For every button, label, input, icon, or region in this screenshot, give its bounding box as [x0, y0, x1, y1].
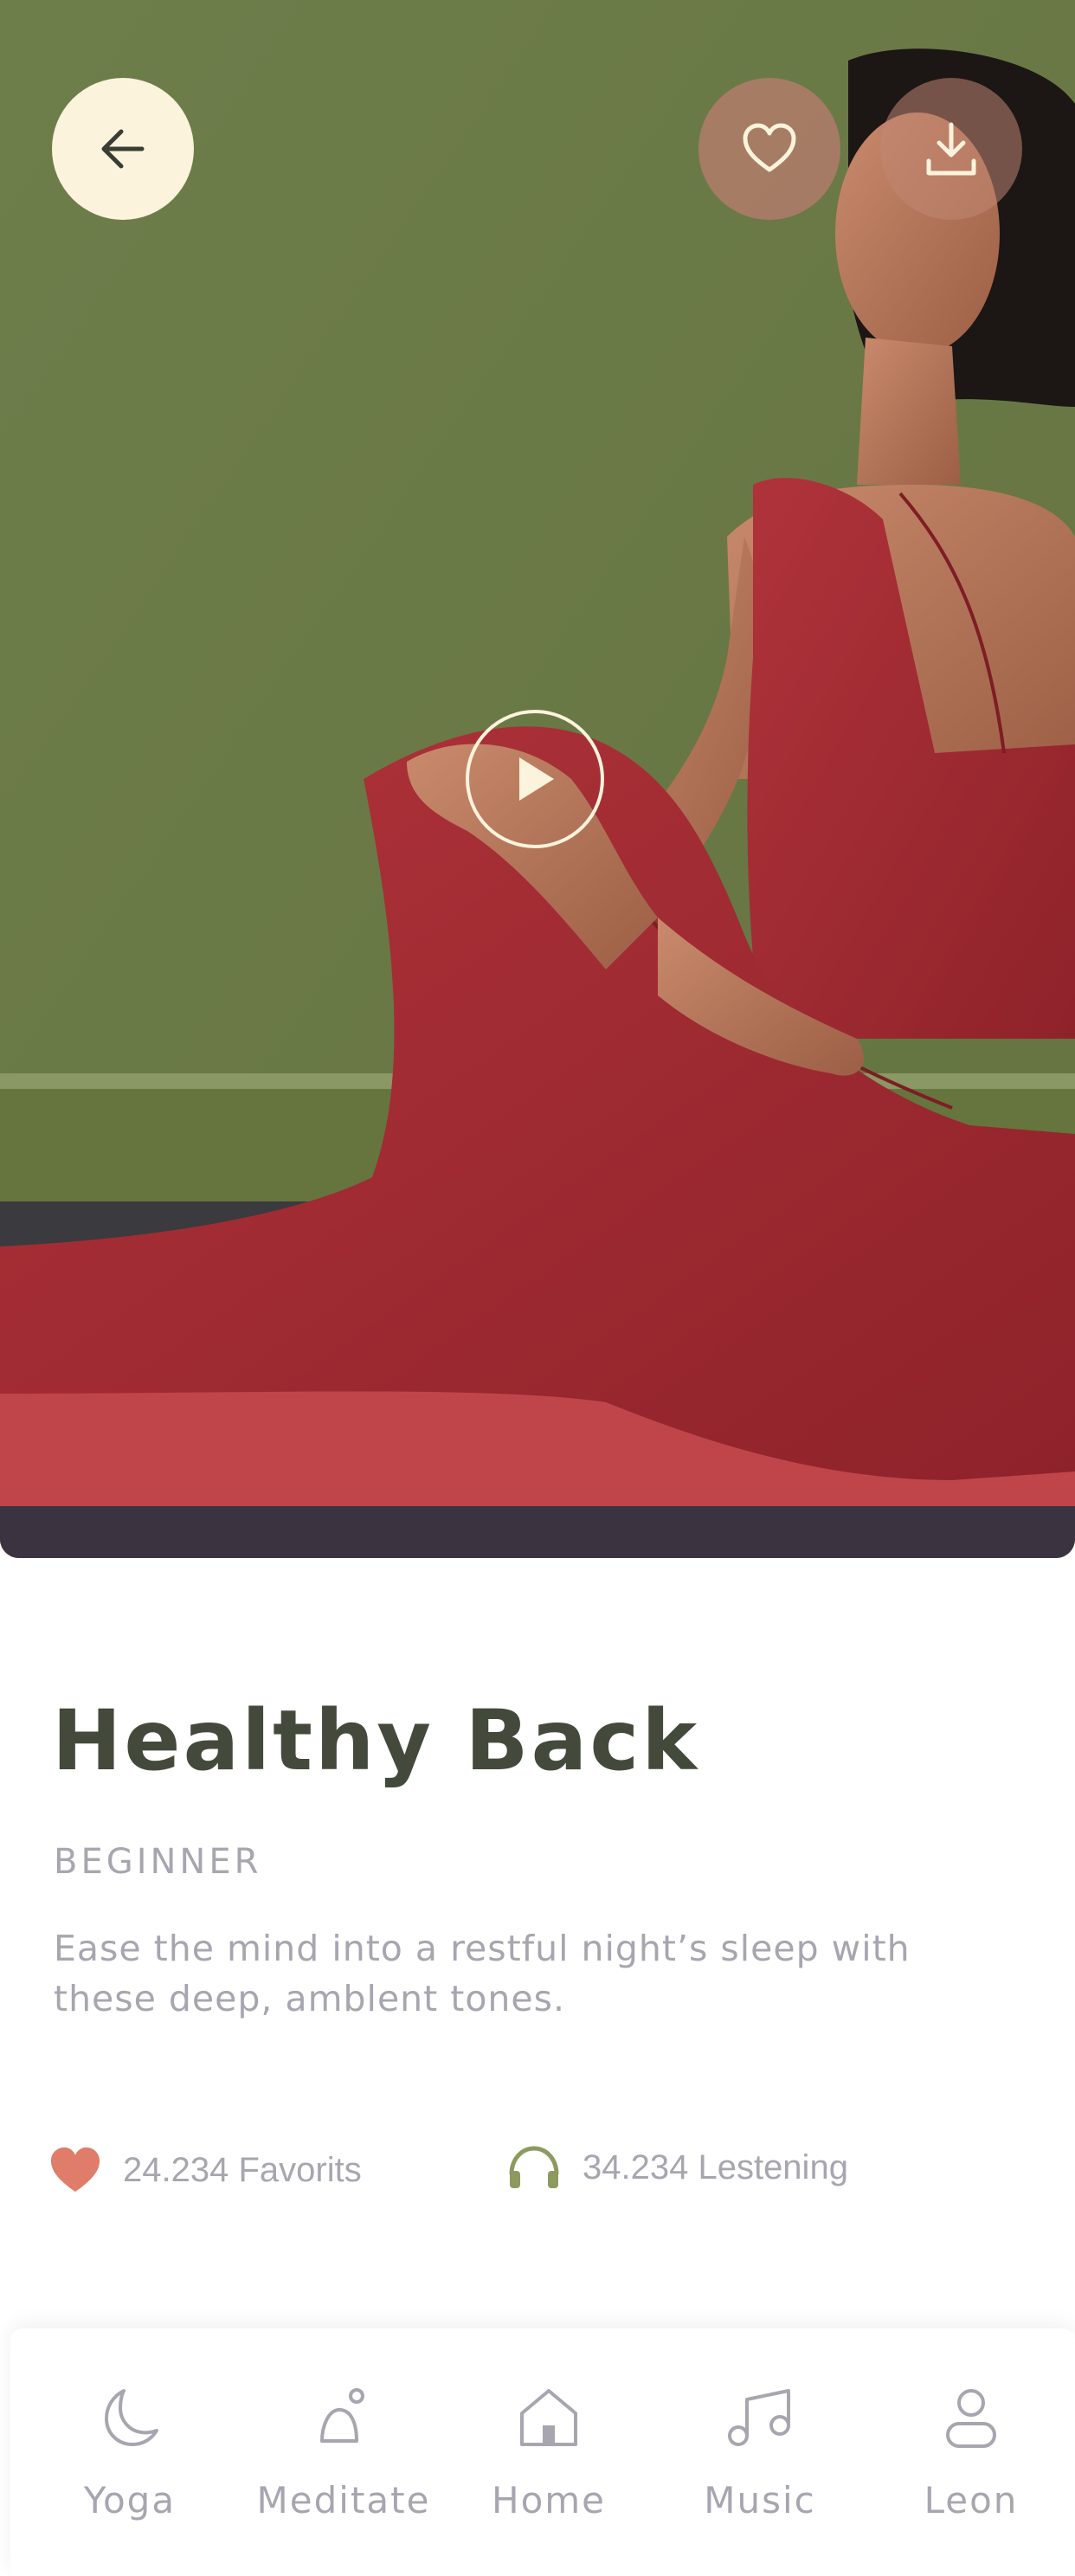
tab-profile[interactable]: Leon — [867, 2328, 1075, 2576]
download-icon — [926, 122, 976, 176]
user-icon — [946, 2389, 996, 2448]
home-icon — [520, 2389, 577, 2446]
heart-filled-icon — [48, 2145, 102, 2195]
tab-music-label: Music — [704, 2479, 816, 2521]
favorites-stat: 24.234 Favorits — [48, 2145, 362, 2195]
tab-yoga-label: Yoga — [83, 2479, 177, 2521]
tab-meditate-label: Meditate — [256, 2479, 431, 2521]
difficulty-level: BEGINNER — [54, 1842, 262, 1882]
tab-home[interactable]: Home — [445, 2328, 653, 2576]
play-button[interactable] — [466, 710, 604, 848]
play-icon — [519, 757, 554, 801]
favorites-count: 24.234 Favorits — [123, 2150, 362, 2189]
listening-count: 34.234 Lestening — [583, 2148, 848, 2186]
meditate-icon — [320, 2388, 364, 2443]
hero-image — [0, 0, 1075, 1558]
headphones-icon — [506, 2145, 562, 2190]
tab-home-label: Home — [491, 2479, 607, 2521]
tab-music[interactable]: Music — [656, 2328, 864, 2576]
arrow-left-icon — [101, 129, 145, 169]
heart-outline-icon — [743, 123, 796, 172]
download-button[interactable] — [880, 78, 1022, 220]
back-button[interactable] — [52, 78, 194, 220]
tab-yoga[interactable]: Yoga — [26, 2328, 234, 2576]
listening-stat: 34.234 Lestening — [506, 2145, 848, 2190]
session-description: Ease the mind into a restful night’s sle… — [54, 1928, 911, 2019]
bottom-tab-bar: Yoga Meditate Home Music Leon — [10, 2328, 1075, 2576]
music-note-icon — [728, 2389, 790, 2446]
moon-icon — [105, 2389, 158, 2446]
session-title: Healthy Back — [52, 1692, 700, 1789]
tab-meditate[interactable]: Meditate — [240, 2328, 447, 2576]
favorite-button[interactable] — [698, 78, 840, 220]
tab-profile-label: Leon — [924, 2479, 1019, 2521]
